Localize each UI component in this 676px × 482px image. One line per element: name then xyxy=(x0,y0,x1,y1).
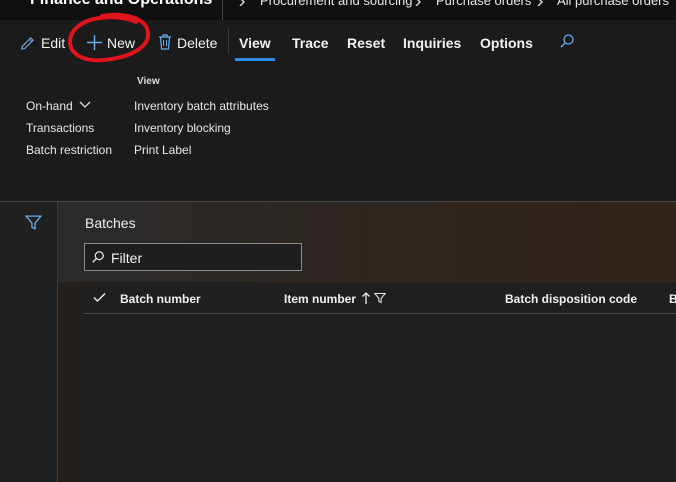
column-header-truncated[interactable]: B xyxy=(669,292,676,306)
pencil-icon xyxy=(21,37,34,50)
filter-icon[interactable] xyxy=(25,214,42,231)
menu-item-on-hand[interactable]: On-hand xyxy=(26,99,91,113)
menu-item-inventory-batch-attributes[interactable]: Inventory batch attributes xyxy=(134,99,269,113)
top-bar-divider xyxy=(222,0,223,20)
delete-button-label: Delete xyxy=(177,35,218,51)
edit-button-label: Edit xyxy=(41,35,66,51)
checkmark-icon[interactable] xyxy=(93,292,106,303)
menu-item-label: On-hand xyxy=(26,99,73,113)
grid-header: Batch number Item number Batch dispositi… xyxy=(84,283,676,314)
plus-icon xyxy=(87,35,102,50)
menu-group-title: View xyxy=(137,76,160,87)
section-title: Batches xyxy=(85,215,136,231)
filter-icon[interactable] xyxy=(374,292,386,304)
breadcrumb-item[interactable]: Purchase orders xyxy=(436,0,531,8)
breadcrumb-chevron-icon xyxy=(415,0,421,6)
active-tab-indicator xyxy=(235,58,275,61)
top-bar: Finance and Operations Procurement and s… xyxy=(0,0,676,20)
menu-item-print-label[interactable]: Print Label xyxy=(134,143,191,157)
action-pane: Edit New Delete View Trace Reset Inquiri… xyxy=(0,20,676,201)
filter-input[interactable]: Filter xyxy=(84,243,302,271)
breadcrumb-chevron-icon xyxy=(537,0,543,6)
column-header-batch-disposition-code[interactable]: Batch disposition code xyxy=(505,292,637,306)
menu-item-transactions[interactable]: Transactions xyxy=(26,121,94,135)
tab-view[interactable]: View xyxy=(239,35,271,51)
column-header-batch-number[interactable]: Batch number xyxy=(120,292,201,306)
breadcrumb-item[interactable]: All purchase orders xyxy=(557,0,669,8)
trash-icon xyxy=(159,34,171,50)
menu-item-batch-restriction[interactable]: Batch restriction xyxy=(26,143,112,157)
new-button-label: New xyxy=(107,35,136,51)
search-icon[interactable] xyxy=(559,33,575,49)
tab-inquiries[interactable]: Inquiries xyxy=(403,35,461,51)
action-pane-divider xyxy=(228,28,229,54)
search-icon xyxy=(92,251,104,263)
tab-reset[interactable]: Reset xyxy=(347,35,385,51)
breadcrumb-item[interactable]: Procurement and sourcing xyxy=(260,0,412,8)
tab-trace[interactable]: Trace xyxy=(292,35,329,51)
sort-up-icon[interactable] xyxy=(361,292,371,304)
tab-options[interactable]: Options xyxy=(480,35,533,51)
edit-button[interactable]: Edit xyxy=(20,34,68,54)
breadcrumb-chevron-icon xyxy=(239,0,245,6)
delete-button[interactable]: Delete xyxy=(158,34,220,54)
new-button[interactable]: New xyxy=(86,34,140,54)
batches-grid: Batch number Item number Batch dispositi… xyxy=(84,283,676,482)
menu-item-inventory-blocking[interactable]: Inventory blocking xyxy=(134,121,231,135)
chevron-down-icon xyxy=(79,101,91,108)
app-title[interactable]: Finance and Operations xyxy=(30,0,212,9)
left-rail xyxy=(0,202,58,482)
filter-placeholder: Filter xyxy=(111,250,143,266)
column-header-item-number[interactable]: Item number xyxy=(284,292,356,306)
